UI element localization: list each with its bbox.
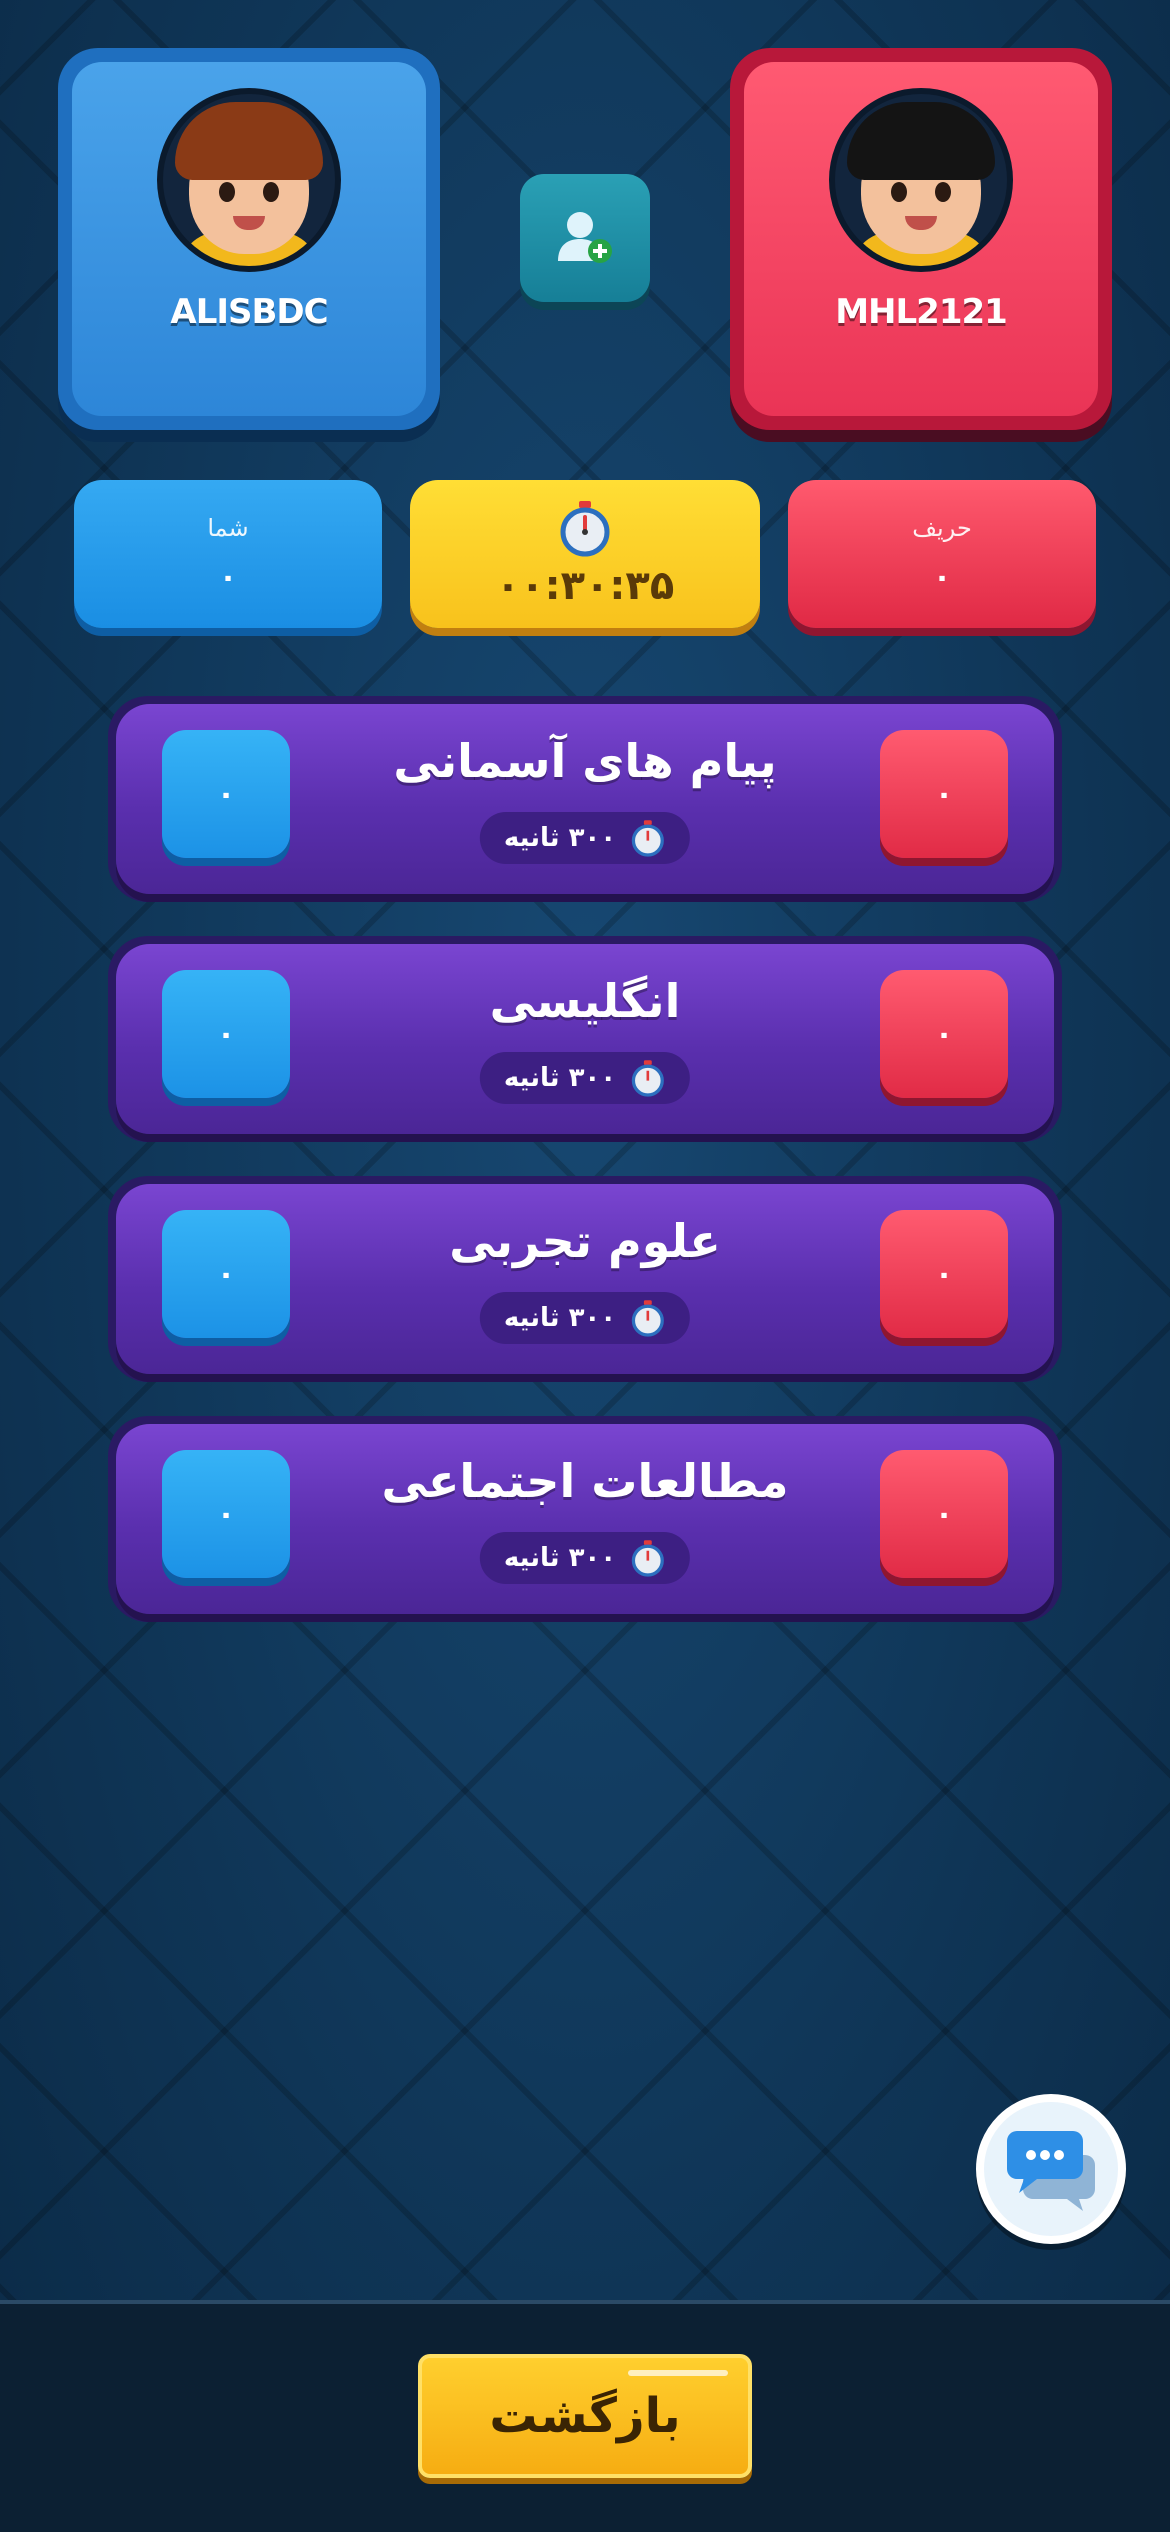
category-row[interactable]: ۰ انگلیسی ۳۰۰ ثانیه ۰	[108, 936, 1062, 1142]
opponent-score-value: ۰	[932, 559, 952, 595]
my-score-label: شما	[207, 513, 249, 542]
stopwatch-icon	[632, 1540, 665, 1577]
my-total-score: شما ۰	[74, 480, 382, 628]
stopwatch-icon	[632, 1300, 665, 1337]
chat-bubbles-icon	[1007, 2131, 1095, 2211]
invite-friend-button[interactable]	[520, 174, 650, 302]
stopwatch-icon	[632, 820, 665, 857]
category-row[interactable]: ۰ پیام های آسمانی ۳۰۰ ثانیه ۰	[108, 696, 1062, 902]
stopwatch-icon	[560, 501, 610, 557]
back-button-label: بازگشت	[489, 2388, 681, 2444]
category-title: علوم تجربی	[449, 1214, 721, 1268]
back-button[interactable]: بازگشت	[418, 2354, 752, 2478]
category-my-score: ۰	[162, 730, 290, 858]
opponent-score-label: حریف	[912, 513, 972, 542]
my-score-value: ۰	[218, 559, 238, 595]
category-row[interactable]: ۰ مطالعات اجتماعی ۳۰۰ ثانیه ۰	[108, 1416, 1062, 1622]
category-time-label: ۳۰۰ ثانیه	[503, 823, 617, 853]
category-opponent-score: ۰	[880, 970, 1008, 1098]
category-time-label: ۳۰۰ ثانیه	[503, 1543, 617, 1573]
category-opponent-score: ۰	[880, 1210, 1008, 1338]
match-timer: ۰۰:۳۰:۳۵	[410, 480, 760, 628]
my-player-card[interactable]: ALISBDC	[58, 48, 440, 430]
category-time: ۳۰۰ ثانیه	[479, 812, 691, 864]
my-player-name: ALISBDC	[170, 292, 328, 332]
opponent-player-name: MHL2121	[835, 292, 1008, 332]
category-my-score: ۰	[162, 1210, 290, 1338]
category-time: ۳۰۰ ثانیه	[479, 1052, 691, 1104]
timer-value: ۰۰:۳۰:۳۵	[495, 563, 675, 609]
opponent-avatar	[829, 88, 1013, 272]
my-avatar	[157, 88, 341, 272]
category-time: ۳۰۰ ثانیه	[479, 1292, 691, 1344]
opponent-player-card[interactable]: MHL2121	[730, 48, 1112, 430]
category-title: پیام های آسمانی	[393, 734, 777, 788]
category-time-label: ۳۰۰ ثانیه	[503, 1303, 617, 1333]
opponent-total-score: حریف ۰	[788, 480, 1096, 628]
category-opponent-score: ۰	[880, 1450, 1008, 1578]
category-my-score: ۰	[162, 970, 290, 1098]
category-row[interactable]: ۰ علوم تجربی ۳۰۰ ثانیه ۰	[108, 1176, 1062, 1382]
category-time: ۳۰۰ ثانیه	[479, 1532, 691, 1584]
bottom-bar: بازگشت	[0, 2300, 1170, 2532]
chat-button[interactable]	[976, 2094, 1126, 2244]
stopwatch-icon	[632, 1060, 665, 1097]
category-opponent-score: ۰	[880, 730, 1008, 858]
category-title: انگلیسی	[489, 974, 681, 1028]
category-my-score: ۰	[162, 1450, 290, 1578]
category-time-label: ۳۰۰ ثانیه	[503, 1063, 617, 1093]
add-friend-icon	[558, 212, 612, 263]
category-title: مطالعات اجتماعی	[381, 1454, 789, 1508]
